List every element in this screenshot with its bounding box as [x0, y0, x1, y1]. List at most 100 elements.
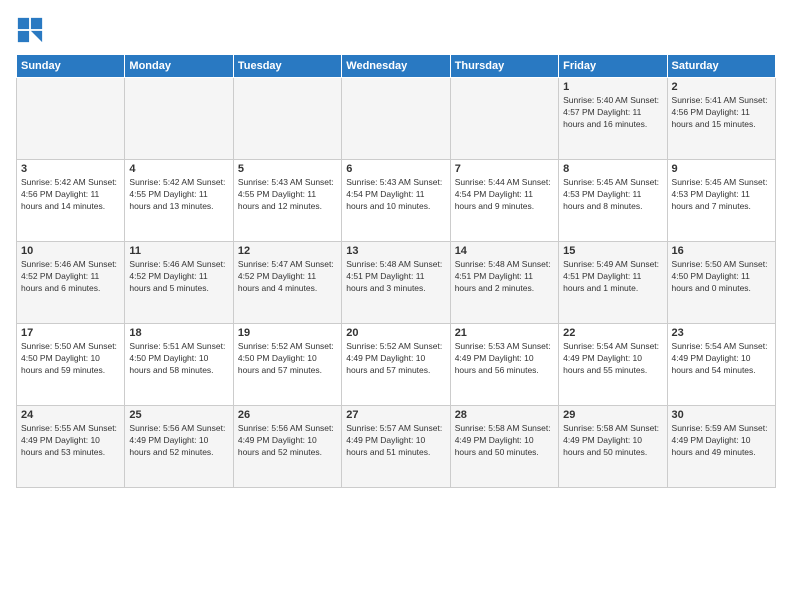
- calendar-cell: 16 Sunrise: 5:50 AM Sunset: 4:50 PM Dayli…: [667, 242, 775, 324]
- cell-content: Sunrise: 5:52 AM Sunset: 4:49 PM Dayligh…: [346, 341, 445, 377]
- calendar-cell: 6 Sunrise: 5:43 AM Sunset: 4:54 PM Daylig…: [342, 160, 450, 242]
- col-header-thursday: Thursday: [450, 55, 558, 78]
- calendar-cell: 14Sunrise: 5:48 AM Sunset: 4:51 PM Dayli…: [450, 242, 558, 324]
- calendar-table: SundayMondayTuesdayWednesdayThursdayFrid…: [16, 54, 776, 488]
- cell-content: Sunrise: 5:58 AM Sunset: 4:49 PM Dayligh…: [455, 423, 554, 459]
- day-number: 8: [563, 163, 662, 175]
- week-row: 10 Sunrise: 5:46 AM Sunset: 4:52 PM Dayli…: [17, 242, 776, 324]
- cell-content: Sunrise: 5:45 AM Sunset: 4:53 PM Dayligh…: [563, 177, 662, 213]
- cell-content: Sunrise: 5:44 AM Sunset: 4:54 PM Dayligh…: [455, 177, 554, 213]
- day-number: 30: [672, 409, 771, 421]
- cell-content: Sunrise: 5:50 AM Sunset: 4:50 PM Dayligh…: [672, 259, 771, 295]
- col-header-monday: Monday: [125, 55, 233, 78]
- cell-content: Sunrise: 5:43 AM Sunset: 4:55 PM Dayligh…: [238, 177, 337, 213]
- calendar-cell: 5 Sunrise: 5:43 AM Sunset: 4:55 PM Daylig…: [233, 160, 341, 242]
- cell-content: Sunrise: 5:40 AM Sunset: 4:57 PM Dayligh…: [563, 95, 662, 131]
- cell-content: Sunrise: 5:48 AM Sunset: 4:51 PM Dayligh…: [346, 259, 445, 295]
- calendar-cell: [125, 78, 233, 160]
- day-number: 17: [21, 327, 120, 339]
- cell-content: Sunrise: 5:50 AM Sunset: 4:50 PM Dayligh…: [21, 341, 120, 377]
- cell-content: Sunrise: 5:51 AM Sunset: 4:50 PM Dayligh…: [129, 341, 228, 377]
- calendar-cell: 21 Sunrise: 5:53 AM Sunset: 4:49 PM Dayli…: [450, 324, 558, 406]
- week-row: 17 Sunrise: 5:50 AM Sunset: 4:50 PM Dayli…: [17, 324, 776, 406]
- day-number: 5: [238, 163, 337, 175]
- col-header-tuesday: Tuesday: [233, 55, 341, 78]
- cell-content: Sunrise: 5:42 AM Sunset: 4:56 PM Dayligh…: [21, 177, 120, 213]
- day-number: 9: [672, 163, 771, 175]
- calendar-cell: 1 Sunrise: 5:40 AM Sunset: 4:57 PM Daylig…: [559, 78, 667, 160]
- calendar-cell: [233, 78, 341, 160]
- cell-content: Sunrise: 5:52 AM Sunset: 4:50 PM Dayligh…: [238, 341, 337, 377]
- day-number: 28: [455, 409, 554, 421]
- day-number: 29: [563, 409, 662, 421]
- day-number: 16: [672, 245, 771, 257]
- day-number: 4: [129, 163, 228, 175]
- day-number: 6: [346, 163, 445, 175]
- calendar-cell: 3 Sunrise: 5:42 AM Sunset: 4:56 PM Daylig…: [17, 160, 125, 242]
- calendar-cell: [17, 78, 125, 160]
- week-row: 1 Sunrise: 5:40 AM Sunset: 4:57 PM Daylig…: [17, 78, 776, 160]
- calendar-cell: 17 Sunrise: 5:50 AM Sunset: 4:50 PM Dayli…: [17, 324, 125, 406]
- calendar-cell: 10 Sunrise: 5:46 AM Sunset: 4:52 PM Dayli…: [17, 242, 125, 324]
- calendar-cell: 4Sunrise: 5:42 AM Sunset: 4:55 PM Daylig…: [125, 160, 233, 242]
- calendar-cell: 15 Sunrise: 5:49 AM Sunset: 4:51 PM Dayli…: [559, 242, 667, 324]
- calendar-cell: 29 Sunrise: 5:58 AM Sunset: 4:49 PM Dayli…: [559, 406, 667, 488]
- day-number: 13: [346, 245, 445, 257]
- cell-content: Sunrise: 5:59 AM Sunset: 4:49 PM Dayligh…: [672, 423, 771, 459]
- cell-content: Sunrise: 5:57 AM Sunset: 4:49 PM Dayligh…: [346, 423, 445, 459]
- col-header-sunday: Sunday: [17, 55, 125, 78]
- week-row: 3 Sunrise: 5:42 AM Sunset: 4:56 PM Daylig…: [17, 160, 776, 242]
- calendar-cell: 11 Sunrise: 5:46 AM Sunset: 4:52 PM Dayli…: [125, 242, 233, 324]
- calendar-cell: 22 Sunrise: 5:54 AM Sunset: 4:49 PM Dayli…: [559, 324, 667, 406]
- cell-content: Sunrise: 5:56 AM Sunset: 4:49 PM Dayligh…: [129, 423, 228, 459]
- day-number: 27: [346, 409, 445, 421]
- calendar-cell: [450, 78, 558, 160]
- cell-content: Sunrise: 5:49 AM Sunset: 4:51 PM Dayligh…: [563, 259, 662, 295]
- calendar-cell: 24Sunrise: 5:55 AM Sunset: 4:49 PM Dayli…: [17, 406, 125, 488]
- cell-content: Sunrise: 5:54 AM Sunset: 4:49 PM Dayligh…: [563, 341, 662, 377]
- day-number: 14: [455, 245, 554, 257]
- day-number: 26: [238, 409, 337, 421]
- logo-icon: [16, 16, 44, 44]
- calendar-cell: 25Sunrise: 5:56 AM Sunset: 4:49 PM Dayli…: [125, 406, 233, 488]
- calendar-cell: 7 Sunrise: 5:44 AM Sunset: 4:54 PM Daylig…: [450, 160, 558, 242]
- calendar-cell: [342, 78, 450, 160]
- day-number: 23: [672, 327, 771, 339]
- cell-content: Sunrise: 5:53 AM Sunset: 4:49 PM Dayligh…: [455, 341, 554, 377]
- day-number: 15: [563, 245, 662, 257]
- day-number: 11: [129, 245, 228, 257]
- cell-content: Sunrise: 5:58 AM Sunset: 4:49 PM Dayligh…: [563, 423, 662, 459]
- week-row: 24Sunrise: 5:55 AM Sunset: 4:49 PM Dayli…: [17, 406, 776, 488]
- cell-content: Sunrise: 5:45 AM Sunset: 4:53 PM Dayligh…: [672, 177, 771, 213]
- calendar-cell: 2 Sunrise: 5:41 AM Sunset: 4:56 PM Daylig…: [667, 78, 775, 160]
- calendar-cell: 27 Sunrise: 5:57 AM Sunset: 4:49 PM Dayli…: [342, 406, 450, 488]
- day-number: 22: [563, 327, 662, 339]
- calendar-cell: 12 Sunrise: 5:47 AM Sunset: 4:52 PM Dayli…: [233, 242, 341, 324]
- header-row: SundayMondayTuesdayWednesdayThursdayFrid…: [17, 55, 776, 78]
- day-number: 21: [455, 327, 554, 339]
- day-number: 2: [672, 81, 771, 93]
- day-number: 1: [563, 81, 662, 93]
- day-number: 3: [21, 163, 120, 175]
- cell-content: Sunrise: 5:46 AM Sunset: 4:52 PM Dayligh…: [129, 259, 228, 295]
- day-number: 10: [21, 245, 120, 257]
- col-header-friday: Friday: [559, 55, 667, 78]
- day-number: 7: [455, 163, 554, 175]
- cell-content: Sunrise: 5:43 AM Sunset: 4:54 PM Dayligh…: [346, 177, 445, 213]
- calendar-cell: 26Sunrise: 5:56 AM Sunset: 4:49 PM Dayli…: [233, 406, 341, 488]
- logo: [16, 16, 48, 44]
- day-number: 19: [238, 327, 337, 339]
- calendar-cell: 8 Sunrise: 5:45 AM Sunset: 4:53 PM Daylig…: [559, 160, 667, 242]
- cell-content: Sunrise: 5:54 AM Sunset: 4:49 PM Dayligh…: [672, 341, 771, 377]
- calendar-cell: 9 Sunrise: 5:45 AM Sunset: 4:53 PM Daylig…: [667, 160, 775, 242]
- page-header: [16, 16, 776, 44]
- cell-content: Sunrise: 5:47 AM Sunset: 4:52 PM Dayligh…: [238, 259, 337, 295]
- calendar-cell: 20Sunrise: 5:52 AM Sunset: 4:49 PM Dayli…: [342, 324, 450, 406]
- cell-content: Sunrise: 5:46 AM Sunset: 4:52 PM Dayligh…: [21, 259, 120, 295]
- cell-content: Sunrise: 5:41 AM Sunset: 4:56 PM Dayligh…: [672, 95, 771, 131]
- col-header-saturday: Saturday: [667, 55, 775, 78]
- calendar-cell: 19 Sunrise: 5:52 AM Sunset: 4:50 PM Dayli…: [233, 324, 341, 406]
- day-number: 18: [129, 327, 228, 339]
- calendar-cell: 18 Sunrise: 5:51 AM Sunset: 4:50 PM Dayli…: [125, 324, 233, 406]
- day-number: 12: [238, 245, 337, 257]
